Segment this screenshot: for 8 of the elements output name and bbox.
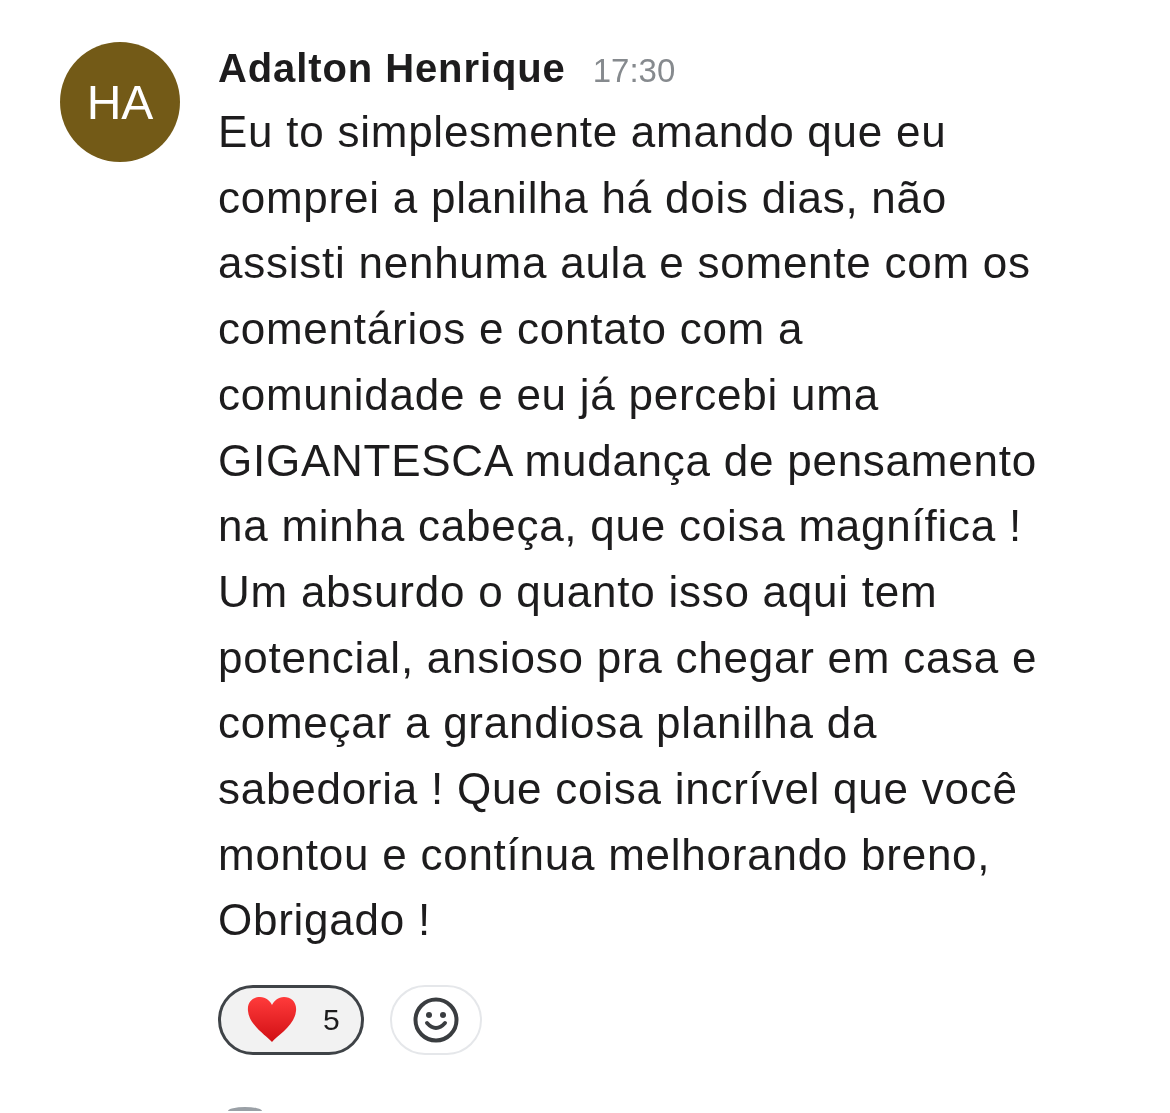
message-text: Eu to simplesmente amando que eu comprei a planilha há dois dias, não assisti nenhuma aula e somente com os comentários e contato com a comunidade e eu já percebi uma GIGANTESCA mudança de pensamento na minha cabeça, que coisa magnífica ! Um absurdo o quanto isso aqui tem potencial, ansioso pra chegar em casa e começar a grandiosa planilha da sabedoria ! Que coisa incrível que você montou e contínua melhorando breno, Obrigado ! <box>218 106 1038 947</box>
timestamp: 17:30 <box>592 51 676 91</box>
reaction-button[interactable]: 5 <box>218 985 364 1056</box>
avatar[interactable]: HA <box>60 42 180 162</box>
avatar <box>228 1107 262 1112</box>
smiley-icon <box>413 997 459 1044</box>
author-name[interactable]: Adalton Henrique <box>218 42 566 94</box>
heart-icon <box>247 997 297 1044</box>
